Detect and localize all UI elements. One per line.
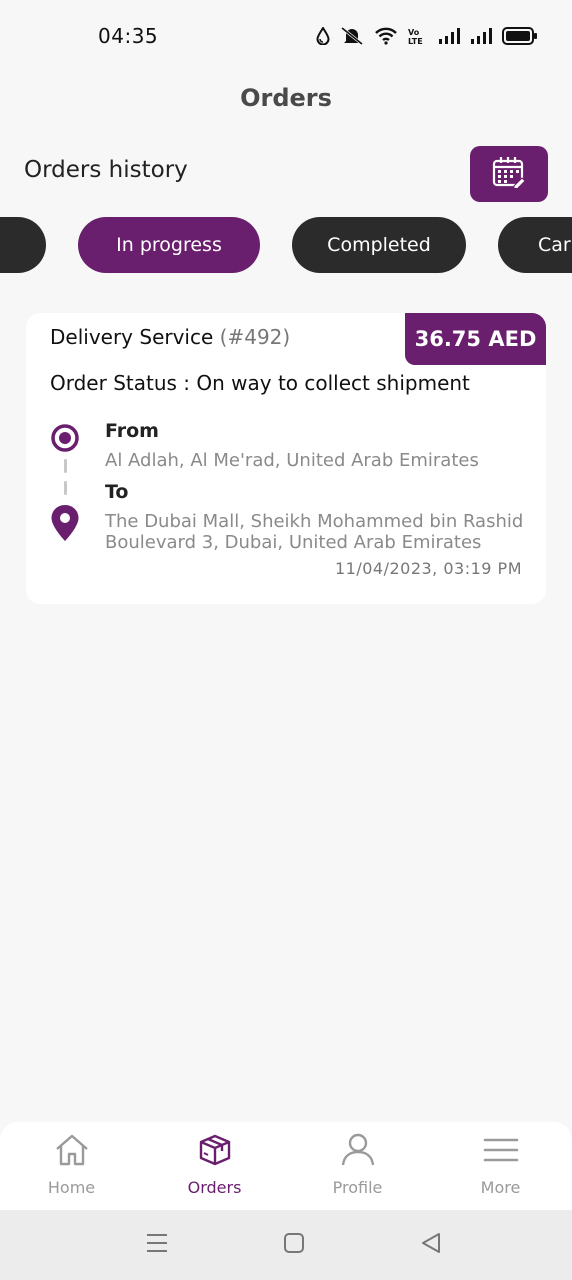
nav-more-label: More [480,1178,521,1197]
water-drop-icon [316,27,330,45]
calendar-icon [492,156,526,192]
route-connector [64,481,67,495]
menu-icon [483,1132,519,1168]
status-bar: 04:35 Vo LTE [0,0,572,72]
calendar-button[interactable] [470,146,548,202]
nav-home-label: Home [47,1178,96,1197]
battery-icon [502,27,538,45]
box-icon [197,1132,233,1168]
bottom-navigation: Home Orders Profile More [0,1122,572,1210]
signal-icon [470,27,492,45]
nav-orders-label: Orders [187,1178,242,1197]
home-square-icon [283,1232,305,1258]
order-datetime: 11/04/2023, 03:19 PM [334,559,522,578]
nav-home[interactable]: Home [0,1122,143,1210]
svg-text:Vo: Vo [408,28,420,37]
status-icons: Vo LTE [316,24,538,48]
recent-apps-icon [146,1232,168,1258]
nav-orders[interactable]: Orders [143,1122,286,1210]
from-address: Al Adlah, Al Me'rad, United Arab Emirate… [105,450,479,471]
filter-tab-cancelled[interactable]: Car [498,217,572,273]
origin-dot-icon [50,423,80,453]
svg-text:LTE: LTE [408,37,423,46]
to-label: To [105,481,129,503]
status-time: 04:35 [98,24,159,48]
wifi-icon [374,27,398,45]
order-status: Order Status : On way to collect shipmen… [50,371,470,395]
to-address: The Dubai Mall, Sheikh Mohammed bin Rash… [105,511,524,553]
user-icon [340,1132,376,1168]
orders-history-heading: Orders history [24,157,188,183]
nav-profile-label: Profile [332,1178,383,1197]
order-card[interactable]: 36.75 AED Delivery Service (#492) Order … [26,313,546,604]
back-triangle-icon [420,1232,442,1258]
home-system-button[interactable] [281,1232,307,1258]
volte-icon: Vo LTE [408,26,428,46]
system-navigation-bar [0,1210,572,1280]
page-title: Orders [240,84,332,112]
nav-more[interactable]: More [429,1122,572,1210]
location-pin-icon [50,504,80,542]
filter-tab-in-progress[interactable]: In progress [78,217,260,273]
from-label: From [105,420,159,442]
order-price-badge: 36.75 AED [405,313,546,365]
recent-apps-button[interactable] [144,1232,170,1258]
signal-icon [438,27,460,45]
route-connector [64,459,67,473]
order-number: (#492) [219,325,291,349]
home-icon [54,1132,90,1168]
order-service-name: Delivery Service [50,325,214,349]
filter-tab-completed[interactable]: Completed [292,217,466,273]
back-system-button[interactable] [418,1232,444,1258]
filter-tab-hidden[interactable] [0,217,46,273]
order-service-title: Delivery Service (#492) [50,325,290,349]
bell-muted-icon [340,26,364,46]
status-filter-tabs: In progress Completed Car [0,217,572,273]
nav-profile[interactable]: Profile [286,1122,429,1210]
